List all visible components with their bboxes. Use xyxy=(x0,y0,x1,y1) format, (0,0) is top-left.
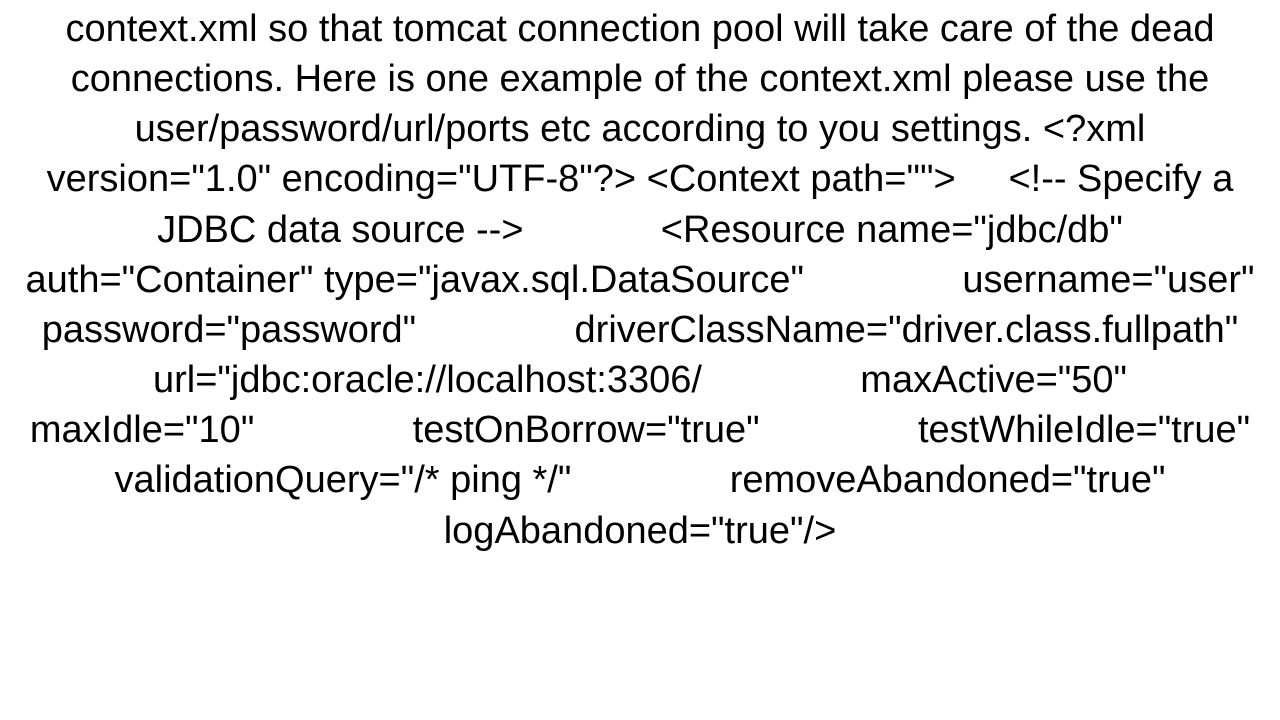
document-body-text: context.xml so that tomcat connection po… xyxy=(0,0,1280,556)
